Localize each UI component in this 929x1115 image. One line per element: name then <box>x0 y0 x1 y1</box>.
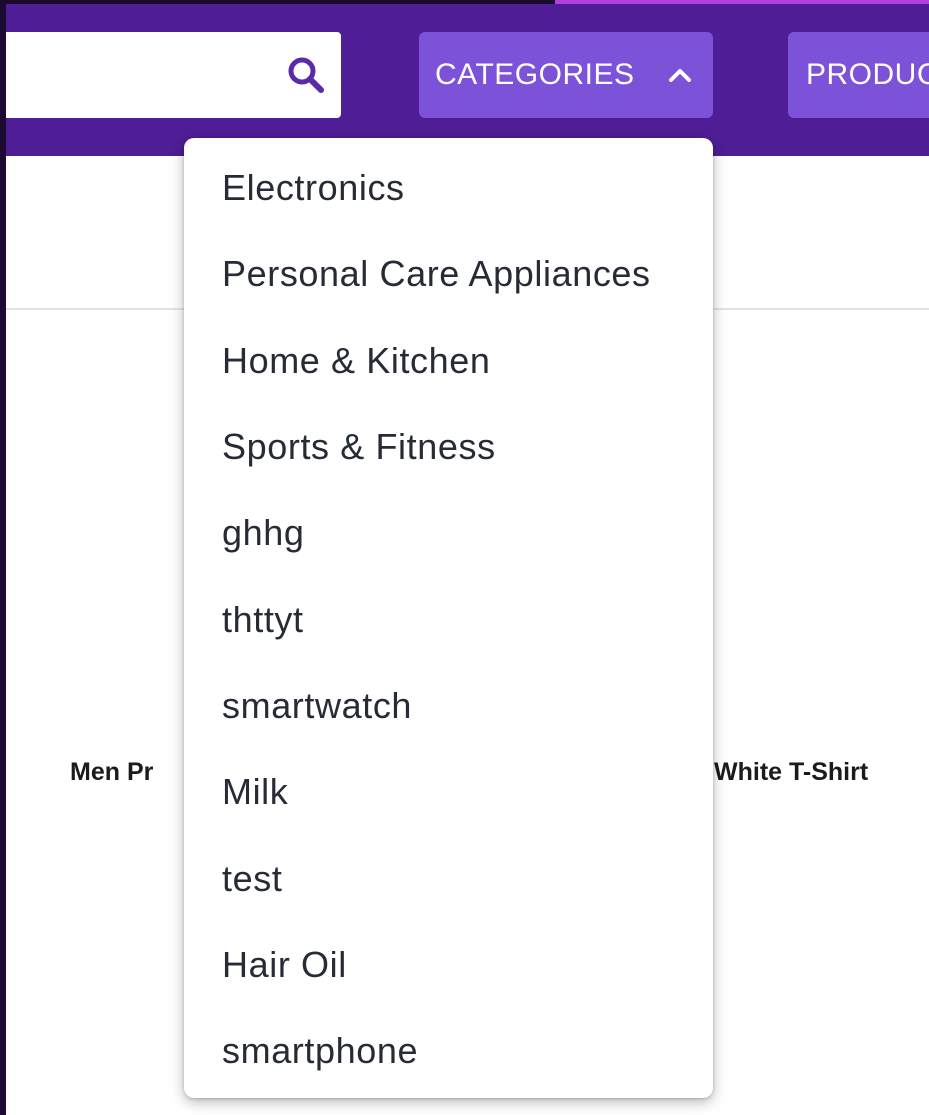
category-item-ghhg[interactable]: ghhg <box>184 490 713 576</box>
search-icon <box>285 54 327 96</box>
navbar: CATEGORIES PRODUC <box>6 4 929 156</box>
categories-button[interactable]: CATEGORIES <box>419 32 713 118</box>
category-item-electronics[interactable]: Electronics <box>184 145 713 231</box>
category-item-personal-care-appliances[interactable]: Personal Care Appliances <box>184 231 713 317</box>
category-item-thttyt[interactable]: thttyt <box>184 576 713 662</box>
category-item-hair-oil[interactable]: Hair Oil <box>184 922 713 1008</box>
product-title[interactable]: White T-Shirt <box>714 758 868 787</box>
app-window: CATEGORIES PRODUC Men Pr White T-Shirt E… <box>0 0 929 1115</box>
search-bar <box>6 32 341 118</box>
categories-dropdown: Electronics Personal Care Appliances Hom… <box>184 138 713 1098</box>
search-button[interactable] <box>283 52 329 98</box>
product-title[interactable]: Men Pr <box>70 758 153 787</box>
category-item-milk[interactable]: Milk <box>184 749 713 835</box>
search-input[interactable] <box>6 32 276 118</box>
categories-label: CATEGORIES <box>435 58 635 91</box>
category-item-test[interactable]: test <box>184 835 713 921</box>
category-item-sports-fitness[interactable]: Sports & Fitness <box>184 404 713 490</box>
products-button[interactable]: PRODUC <box>788 32 929 118</box>
chevron-up-icon <box>668 67 692 83</box>
products-label: PRODUC <box>806 58 929 91</box>
category-item-home-kitchen[interactable]: Home & Kitchen <box>184 318 713 404</box>
category-item-smartwatch[interactable]: smartwatch <box>184 663 713 749</box>
category-item-smartphone[interactable]: smartphone <box>184 1008 713 1094</box>
